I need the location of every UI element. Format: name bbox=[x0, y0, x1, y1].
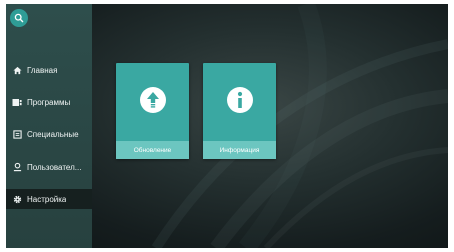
sidebar-item-label: Настройка bbox=[27, 194, 67, 204]
search-icon bbox=[14, 13, 24, 23]
search-button[interactable] bbox=[10, 9, 28, 27]
sidebar-item-programs[interactable]: Программы bbox=[6, 92, 92, 112]
sidebar-item-label: Главная bbox=[27, 65, 58, 75]
sidebar-item-home[interactable]: Главная bbox=[6, 60, 92, 80]
sidebar-item-label: Специальные bbox=[27, 129, 79, 139]
info-tile-label: Информация bbox=[203, 141, 276, 159]
sidebar-item-users[interactable]: Пользовател... bbox=[6, 157, 92, 177]
update-tile[interactable]: Обновление bbox=[116, 63, 189, 159]
sidebar-item-special[interactable]: Специальные bbox=[6, 124, 92, 144]
user-icon bbox=[12, 162, 22, 172]
gear-icon bbox=[12, 194, 22, 204]
sidebar-item-label: Программы bbox=[27, 97, 71, 107]
sidebar-item-label: Пользовател... bbox=[27, 162, 82, 172]
settings-screen: Главная Программы Специальные Пользовате… bbox=[6, 4, 448, 248]
update-arrow-icon bbox=[139, 87, 166, 113]
home-icon bbox=[12, 65, 22, 75]
apps-icon bbox=[12, 97, 22, 107]
special-icon bbox=[12, 129, 22, 139]
sidebar: Главная Программы Специальные Пользовате… bbox=[6, 4, 92, 248]
info-icon bbox=[226, 87, 253, 113]
info-tile[interactable]: Информация bbox=[203, 63, 276, 159]
update-tile-label: Обновление bbox=[116, 141, 189, 159]
sidebar-item-settings[interactable]: Настройка bbox=[6, 189, 92, 209]
